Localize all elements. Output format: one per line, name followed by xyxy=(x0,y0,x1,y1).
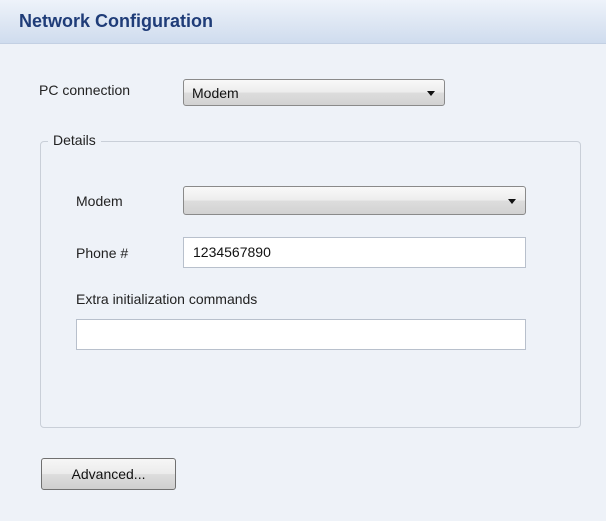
modem-dropdown[interactable] xyxy=(183,186,526,215)
details-group-legend: Details xyxy=(48,132,101,148)
phone-label: Phone # xyxy=(76,245,129,261)
extra-init-commands-label: Extra initialization commands xyxy=(76,291,258,307)
panel-header: Network Configuration xyxy=(0,0,606,44)
chevron-down-icon xyxy=(424,86,438,100)
phone-field-value: 1234567890 xyxy=(193,244,271,260)
extra-init-commands-field[interactable] xyxy=(76,319,526,350)
modem-label: Modem xyxy=(76,193,123,209)
details-groupbox xyxy=(40,141,581,428)
chevron-down-icon xyxy=(505,194,519,208)
pc-connection-label: PC connection xyxy=(39,82,131,98)
pc-connection-dropdown[interactable]: Modem xyxy=(183,79,445,106)
pc-connection-selected-value: Modem xyxy=(192,85,239,101)
panel-title: Network Configuration xyxy=(19,11,213,31)
phone-field[interactable]: 1234567890 xyxy=(183,237,526,268)
advanced-button[interactable]: Advanced... xyxy=(41,458,176,490)
network-configuration-panel: Network Configuration PC connection Mode… xyxy=(0,0,606,521)
